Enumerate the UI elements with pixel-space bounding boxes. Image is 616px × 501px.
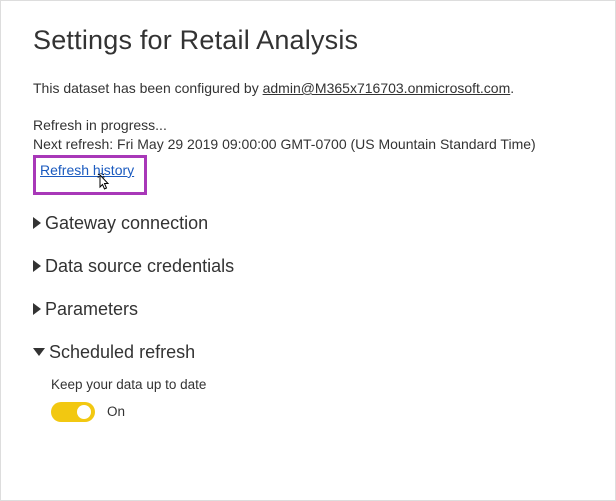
- caret-down-icon: [33, 348, 45, 356]
- admin-email-link[interactable]: admin@M365x716703.onmicrosoft.com: [263, 80, 511, 96]
- refresh-status-block: Refresh in progress... Next refresh: Fri…: [33, 116, 583, 195]
- section-data-source-credentials[interactable]: Data source credentials: [33, 256, 583, 277]
- section-gateway-connection[interactable]: Gateway connection: [33, 213, 583, 234]
- section-label: Parameters: [45, 299, 138, 320]
- keep-data-up-to-date-label: Keep your data up to date: [51, 377, 583, 392]
- page-title: Settings for Retail Analysis: [33, 25, 583, 56]
- caret-right-icon: [33, 303, 41, 315]
- scheduled-refresh-toggle-row: On: [51, 402, 583, 422]
- refresh-history-highlight: Refresh history: [33, 155, 147, 195]
- config-prefix: This dataset has been configured by: [33, 80, 263, 96]
- toggle-state-label: On: [107, 404, 125, 419]
- refresh-progress-text: Refresh in progress...: [33, 116, 583, 135]
- caret-right-icon: [33, 217, 41, 229]
- section-label: Gateway connection: [45, 213, 208, 234]
- configured-by-text: This dataset has been configured by admi…: [33, 80, 583, 96]
- next-refresh-text: Next refresh: Fri May 29 2019 09:00:00 G…: [33, 135, 583, 154]
- refresh-history-link[interactable]: Refresh history: [40, 162, 134, 178]
- section-parameters[interactable]: Parameters: [33, 299, 583, 320]
- caret-right-icon: [33, 260, 41, 272]
- section-scheduled-refresh[interactable]: Scheduled refresh: [33, 342, 583, 363]
- config-suffix: .: [510, 80, 514, 96]
- section-label: Data source credentials: [45, 256, 234, 277]
- toggle-knob: [77, 405, 91, 419]
- section-label: Scheduled refresh: [49, 342, 195, 363]
- scheduled-refresh-toggle[interactable]: [51, 402, 95, 422]
